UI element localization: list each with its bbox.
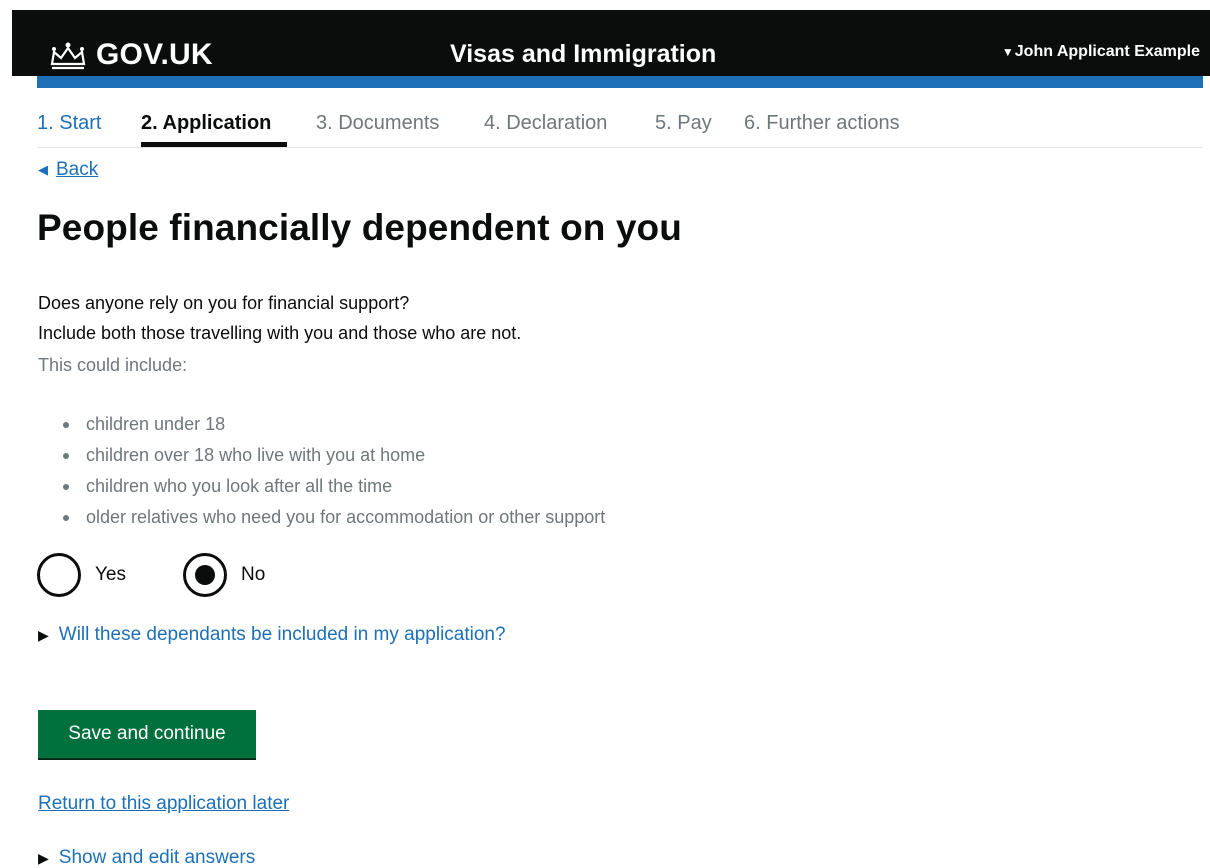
save-and-continue-button[interactable]: Save and continue	[38, 710, 256, 758]
account-menu[interactable]: ▼ John Applicant Example	[1002, 43, 1200, 61]
step-documents: 3. Documents	[316, 112, 440, 134]
brand-text: GOV.UK	[96, 38, 213, 71]
radio-no-circle[interactable]	[183, 553, 227, 597]
radio-no-label: No	[241, 564, 266, 585]
triangle-right-icon: ▶	[38, 849, 49, 866]
show-answers-text: Show and edit answers	[58, 847, 256, 868]
triangle-right-icon: ▶	[38, 626, 49, 643]
service-name: Visas and Immigration	[450, 40, 717, 68]
radio-yes-circle[interactable]	[37, 553, 81, 597]
back-link[interactable]: ◀ Back	[38, 159, 98, 181]
show-edit-answers-toggle[interactable]: ▶ Show and edit answers	[38, 847, 255, 868]
hint-text: This could include:	[38, 355, 188, 375]
step-further-actions: 6. Further actions	[744, 112, 900, 134]
list-item: children who you look after all the time	[62, 471, 605, 502]
list-item: children under 18	[62, 409, 605, 440]
radio-no[interactable]: No	[183, 553, 265, 597]
site-header: GOV.UK Visas and Immigration ▼ John Appl…	[12, 10, 1210, 76]
dependants-details-toggle[interactable]: ▶ Will these dependants be included in m…	[38, 624, 506, 646]
triangle-left-icon: ◀	[38, 162, 48, 177]
back-link-label: Back	[56, 159, 99, 180]
details-summary-text: Will these dependants be included in my …	[58, 624, 506, 645]
step-declaration: 4. Declaration	[484, 112, 608, 134]
caret-down-icon: ▼	[1001, 45, 1014, 59]
crown-icon	[50, 42, 86, 70]
question-text: Does anyone rely on you for financial su…	[38, 288, 521, 348]
step-application: 2. Application	[141, 112, 272, 134]
list-item: children over 18 who live with you at ho…	[62, 440, 605, 471]
question-subline: Include both those travelling with you a…	[38, 323, 522, 343]
header-accent-bar	[37, 76, 1203, 88]
page-title: People financially dependent on you	[37, 207, 682, 248]
return-later-link[interactable]: Return to this application later	[38, 793, 289, 815]
step-start[interactable]: 1. Start	[37, 112, 101, 135]
radio-yes-label: Yes	[95, 564, 126, 585]
govuk-logo-link[interactable]: GOV.UK	[48, 38, 213, 72]
list-item: older relatives who need you for accommo…	[62, 502, 605, 533]
dependant-examples-list: children under 18 children over 18 who l…	[62, 409, 605, 533]
step-pay: 5. Pay	[655, 112, 712, 134]
question-line: Does anyone rely on you for financial su…	[38, 293, 410, 313]
radio-yes[interactable]: Yes	[37, 553, 126, 597]
account-name: John Applicant Example	[1014, 43, 1200, 60]
progress-steps: 1. Start 2. Application 3. Documents 4. …	[37, 106, 1203, 148]
current-step-indicator	[141, 142, 287, 147]
